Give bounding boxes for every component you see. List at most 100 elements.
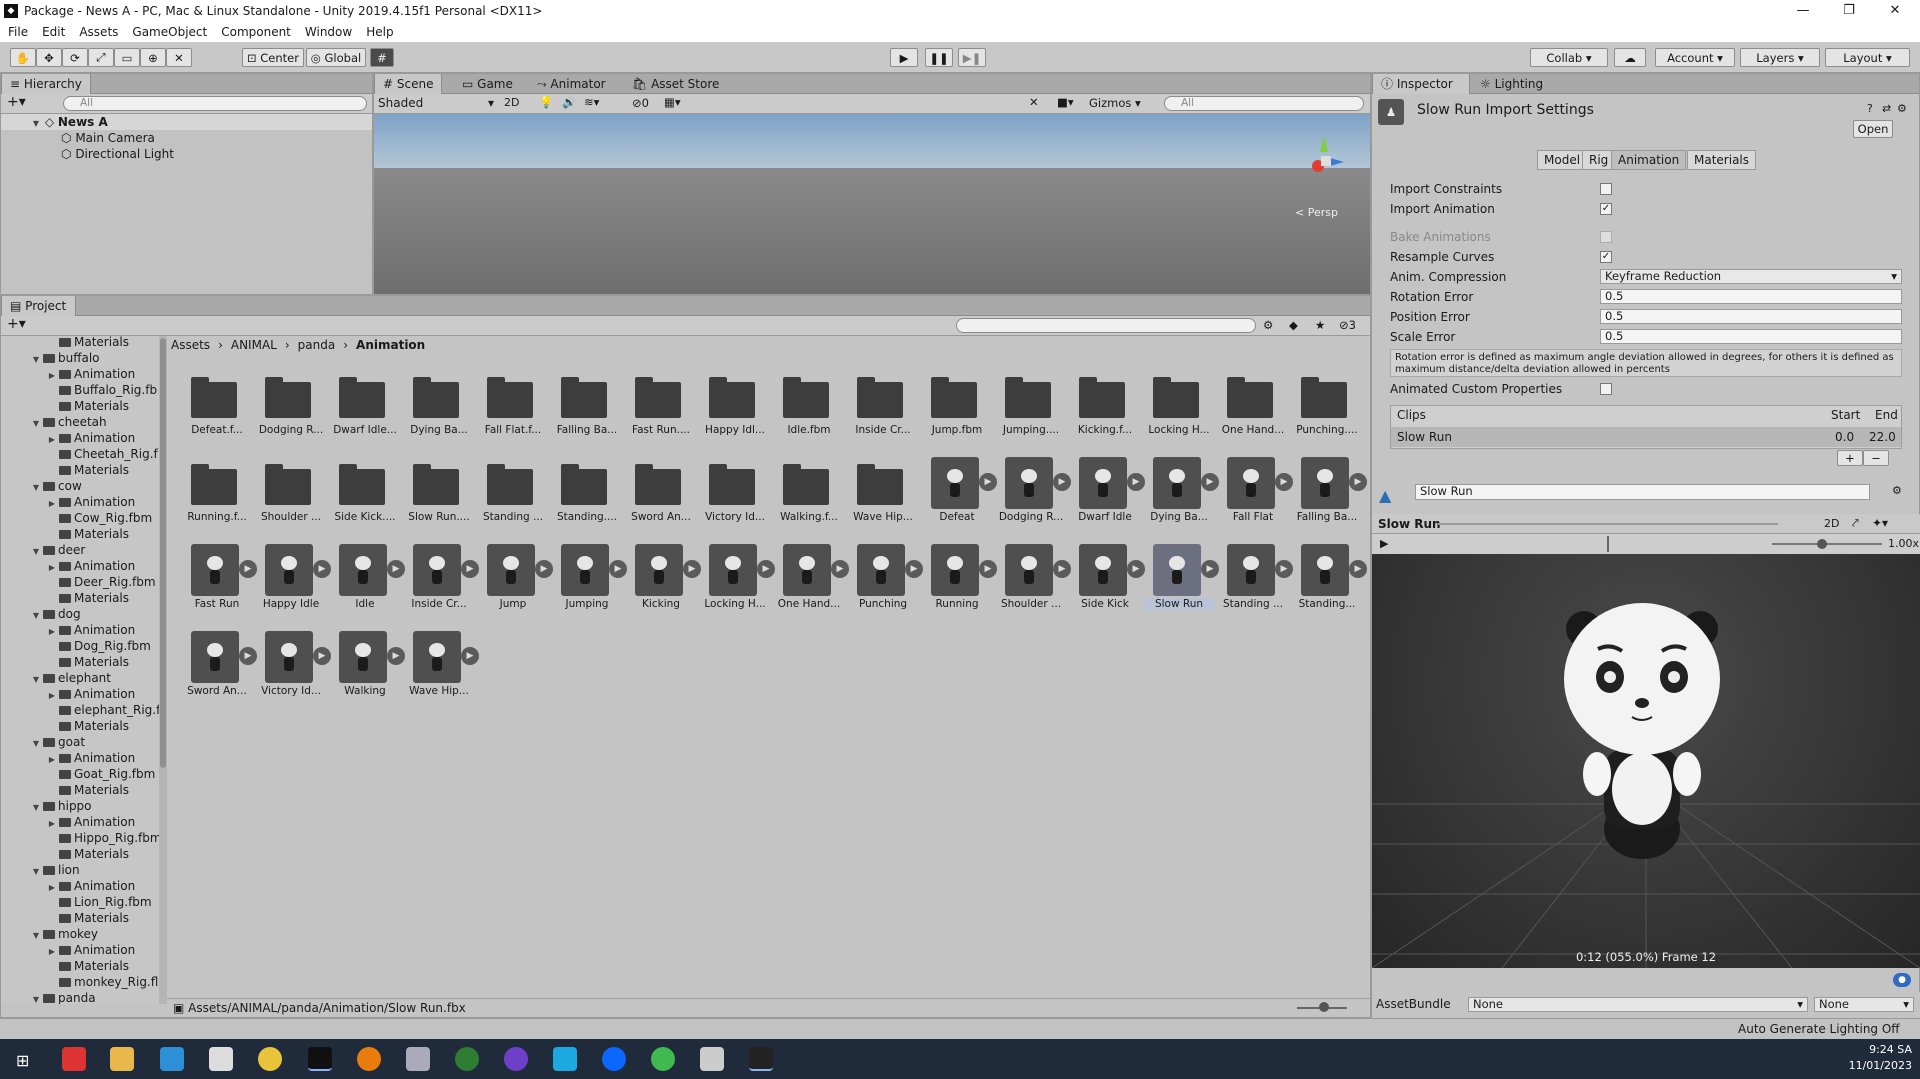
tree-item[interactable]: ▶ Animation: [1, 366, 159, 382]
asset-folder[interactable]: One Hand...: [1217, 368, 1287, 438]
tree-item[interactable]: Materials: [1, 590, 159, 606]
tree-item[interactable]: ▶ Animation: [1, 494, 159, 510]
scale-error-field[interactable]: 0.5: [1600, 329, 1902, 344]
position-error-field[interactable]: 0.5: [1600, 309, 1902, 324]
tree-item[interactable]: ▶ Animation: [1, 430, 159, 446]
tree-scroll-thumb[interactable]: [160, 338, 166, 768]
tree-item[interactable]: Dog_Rig.fbm: [1, 638, 159, 654]
asset-folder[interactable]: Running.f...: [181, 455, 251, 525]
asset-animation-clip[interactable]: ▶ Jumping: [551, 542, 627, 612]
filter-type-icon[interactable]: ⚙: [1263, 318, 1273, 332]
inkscape-icon[interactable]: [209, 1047, 233, 1071]
tree-item[interactable]: Goat_Rig.fbm: [1, 766, 159, 782]
app-green-icon[interactable]: [651, 1047, 675, 1071]
file-explorer-icon[interactable]: [110, 1047, 134, 1071]
import-constraints-checkbox[interactable]: [1600, 183, 1612, 195]
tab-project[interactable]: ▤ Project: [1, 296, 76, 316]
github-icon[interactable]: [504, 1047, 528, 1071]
asset-animation-clip[interactable]: ▶ Victory Id...: [255, 629, 331, 699]
tree-item[interactable]: ▼ goat: [1, 734, 159, 750]
help-icon[interactable]: ?: [1867, 102, 1873, 115]
asset-folder[interactable]: Locking H...: [1143, 368, 1213, 438]
asset-folder[interactable]: Dodging R...: [255, 368, 325, 438]
remove-clip-button[interactable]: −: [1863, 450, 1889, 466]
menu-help[interactable]: Help: [358, 25, 399, 39]
tree-item[interactable]: ▼ cow: [1, 478, 159, 494]
app-gear-icon[interactable]: [406, 1047, 430, 1071]
anim-compression-dropdown[interactable]: Keyframe Reduction ▾: [1600, 269, 1902, 284]
breadcrumb-animation[interactable]: Animation: [356, 338, 425, 356]
asset-animation-clip[interactable]: ▶ Dwarf Idle: [1069, 455, 1145, 525]
tree-item[interactable]: monkey_Rig.fl: [1, 974, 159, 990]
step-button[interactable]: ▶❚: [958, 48, 986, 67]
tree-item[interactable]: ▼ elephant: [1, 670, 159, 686]
preview-play-button[interactable]: ▶: [1380, 537, 1388, 550]
asset-animation-clip[interactable]: ▶ Standing ...: [1217, 542, 1293, 612]
project-search-input[interactable]: [956, 318, 1256, 333]
asset-folder[interactable]: Standing ...: [477, 455, 547, 525]
asset-animation-clip[interactable]: ▶ Standing...: [1291, 542, 1367, 612]
tab-lighting[interactable]: ☼ Lighting: [1472, 74, 1551, 94]
account-dropdown[interactable]: Account ▾: [1655, 48, 1735, 67]
layers-dropdown[interactable]: Layers ▾: [1740, 48, 1820, 67]
asset-folder[interactable]: Fast Run....: [625, 368, 695, 438]
tree-item[interactable]: Materials: [1, 336, 159, 350]
audio-icon[interactable]: 🔊: [562, 95, 576, 109]
hand-tool-icon[interactable]: ✋: [10, 48, 36, 67]
asset-folder[interactable]: Side Kick....: [329, 455, 399, 525]
tree-item[interactable]: Hippo_Rig.fbm: [1, 830, 159, 846]
persp-label[interactable]: < Persp: [1295, 206, 1338, 219]
asset-folder[interactable]: Happy Idl...: [699, 368, 769, 438]
windows-start-icon[interactable]: ⊞: [16, 1051, 29, 1070]
filter-label-icon[interactable]: ◆: [1289, 318, 1298, 332]
zalo-icon[interactable]: [602, 1047, 626, 1071]
asset-animation-clip[interactable]: ▶ Side Kick: [1069, 542, 1145, 612]
menu-edit[interactable]: Edit: [34, 25, 71, 39]
import-animation-checkbox[interactable]: ✓: [1600, 203, 1612, 215]
hidden-packages-toggle[interactable]: ⊘3: [1339, 318, 1356, 332]
maximize-button[interactable]: ❐: [1826, 0, 1872, 22]
cloud-icon[interactable]: ☁: [1614, 48, 1646, 67]
tree-item[interactable]: Materials: [1, 718, 159, 734]
scene-row[interactable]: ▼ ◇ News A: [1, 114, 372, 130]
tree-item[interactable]: Materials: [1, 846, 159, 862]
asset-animation-clip[interactable]: ▶ Kicking: [625, 542, 701, 612]
tree-item[interactable]: ▼ lion: [1, 862, 159, 878]
asset-animation-clip[interactable]: ▶ Wave Hip...: [403, 629, 479, 699]
asset-folder[interactable]: Victory Id...: [699, 455, 769, 525]
tree-item[interactable]: Materials: [1, 398, 159, 414]
tree-item[interactable]: Buffalo_Rig.fb: [1, 382, 159, 398]
asset-folder[interactable]: Shoulder ...: [255, 455, 325, 525]
tree-item[interactable]: ▶ Animation: [1, 942, 159, 958]
subtab-model[interactable]: Model: [1537, 150, 1588, 170]
tree-item[interactable]: ▶ Animation: [1, 686, 159, 702]
avatar-icon[interactable]: ✦▾: [1872, 516, 1888, 530]
tree-item[interactable]: Materials: [1, 958, 159, 974]
tab-animator[interactable]: ⤳ Animator: [529, 74, 614, 94]
close-button[interactable]: ✕: [1872, 0, 1918, 22]
move-tool-icon[interactable]: ✥: [36, 48, 62, 67]
asset-folder[interactable]: Jumping....: [995, 368, 1065, 438]
menu-file[interactable]: File: [0, 25, 34, 39]
tools-icon[interactable]: ✕: [1029, 95, 1039, 109]
play-preview-icon[interactable]: ▶: [1349, 473, 1367, 491]
chrome-icon[interactable]: [258, 1047, 282, 1071]
tree-item[interactable]: Cow_Rig.fbm: [1, 510, 159, 526]
tab-inspector[interactable]: ⓘ Inspector: [1372, 74, 1470, 94]
asset-folder[interactable]: Defeat.f...: [181, 368, 251, 438]
tree-item[interactable]: Deer_Rig.fbm: [1, 574, 159, 590]
tree-item[interactable]: Materials: [1, 462, 159, 478]
unity-hub-icon[interactable]: [308, 1047, 332, 1071]
tree-item[interactable]: ▼ mokey: [1, 926, 159, 942]
asset-animation-clip[interactable]: ▶ Dodging R...: [995, 455, 1071, 525]
asset-animation-clip[interactable]: ▶ Falling Ba...: [1291, 455, 1367, 525]
lighting-icon[interactable]: 💡: [539, 95, 553, 109]
menu-gameobject[interactable]: GameObject: [124, 25, 213, 39]
animated-custom-props-checkbox[interactable]: [1600, 383, 1612, 395]
transform-tool-icon[interactable]: ⊕: [140, 48, 166, 67]
tree-item[interactable]: ▼ panda: [1, 990, 159, 1004]
icon-size-slider-handle[interactable]: [1319, 1002, 1329, 1012]
minimize-button[interactable]: —: [1780, 0, 1826, 22]
asset-folder[interactable]: Slow Run....: [403, 455, 473, 525]
asset-folder[interactable]: Kicking.f...: [1069, 368, 1139, 438]
